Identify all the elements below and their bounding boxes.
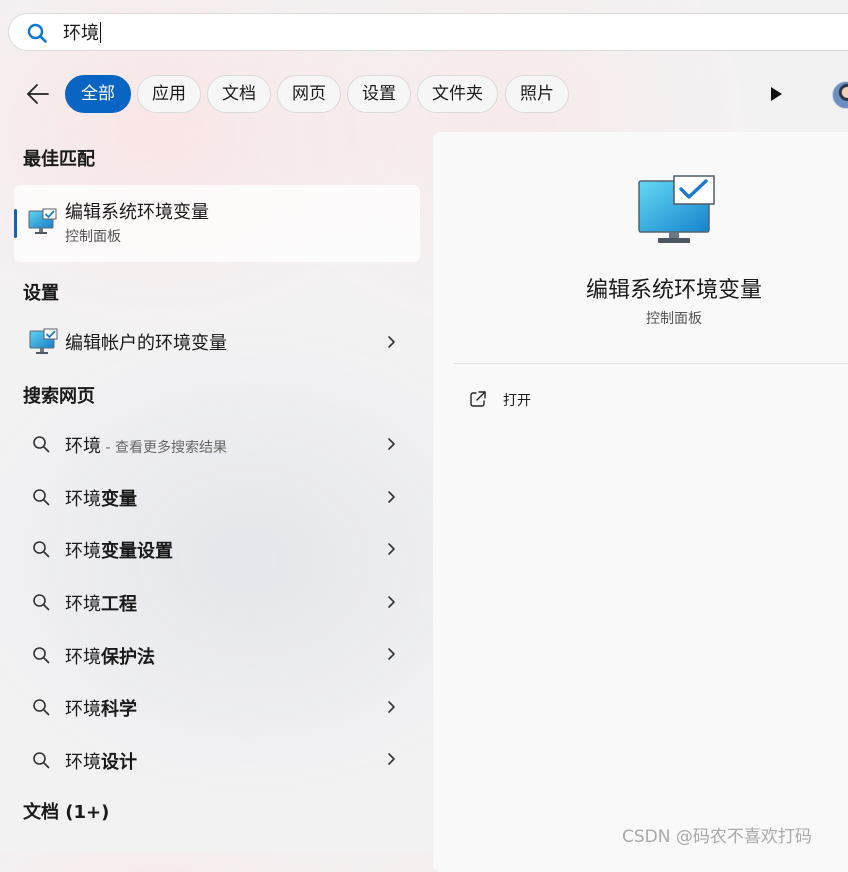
filter-folders-chip[interactable]: 文件夹 [417, 75, 498, 113]
search-icon [33, 594, 50, 611]
more-filters-play-icon[interactable] [769, 86, 783, 102]
filter-all-chip[interactable]: 全部 [65, 75, 131, 113]
system-properties-icon [28, 208, 57, 234]
web-result-row[interactable]: 环境变量 [65, 485, 137, 511]
filter-web-chip[interactable]: 网页 [277, 75, 341, 113]
search-icon [33, 647, 50, 664]
web-search-heading: 搜索网页 [23, 386, 95, 407]
preview-subtitle: 控制面板 [646, 311, 702, 327]
best-match-subtitle: 控制面板 [65, 229, 121, 245]
web-result-row[interactable]: 环境工程 [65, 590, 137, 616]
chevron-right-icon[interactable] [386, 595, 396, 609]
chevron-right-icon[interactable] [386, 490, 396, 504]
filter-documents-chip[interactable]: 文档 [207, 75, 271, 113]
web-result-row[interactable]: 环境 - 查看更多搜索结果 [65, 432, 227, 458]
search-input[interactable]: 环境 [63, 22, 101, 45]
settings-heading: 设置 [23, 283, 59, 304]
watermark-text: CSDN @码农不喜欢打码 [622, 827, 812, 847]
chevron-right-icon[interactable] [386, 335, 396, 349]
web-result-row[interactable]: 环境设计 [65, 748, 137, 774]
chevron-right-icon[interactable] [386, 700, 396, 714]
selection-indicator [14, 209, 17, 238]
chevron-right-icon[interactable] [386, 647, 396, 661]
back-arrow-icon[interactable] [24, 80, 52, 108]
documents-heading: 文档 (1+) [23, 802, 110, 823]
chevron-right-icon[interactable] [386, 437, 396, 451]
search-icon [33, 541, 50, 558]
search-icon [33, 699, 50, 716]
search-box[interactable]: 环境 [8, 13, 848, 51]
best-match-title: 编辑系统环境变量 [65, 202, 209, 223]
divider [453, 363, 848, 364]
user-avatar[interactable] [832, 81, 848, 109]
web-result-row[interactable]: 环境变量设置 [65, 537, 173, 563]
search-icon [33, 752, 50, 769]
filter-apps-chip[interactable]: 应用 [137, 75, 201, 113]
open-external-icon[interactable] [469, 390, 487, 408]
text-caret [100, 22, 101, 43]
settings-item-edit-user-env[interactable]: 编辑帐户的环境变量 [65, 329, 227, 355]
system-properties-icon [29, 328, 58, 354]
web-result-row[interactable]: 环境保护法 [65, 643, 155, 669]
best-match-heading: 最佳匹配 [23, 149, 95, 170]
filter-settings-chip[interactable]: 设置 [347, 75, 411, 113]
open-action-button[interactable]: 打开 [503, 390, 531, 410]
preview-title: 编辑系统环境变量 [585, 278, 762, 303]
chevron-right-icon[interactable] [386, 752, 396, 766]
filter-photos-chip[interactable]: 照片 [505, 75, 569, 113]
search-icon [33, 436, 50, 453]
chevron-right-icon[interactable] [386, 542, 396, 556]
search-icon [27, 23, 47, 43]
search-icon [33, 489, 50, 506]
web-result-row[interactable]: 环境科学 [65, 695, 137, 721]
system-properties-icon [638, 175, 715, 243]
